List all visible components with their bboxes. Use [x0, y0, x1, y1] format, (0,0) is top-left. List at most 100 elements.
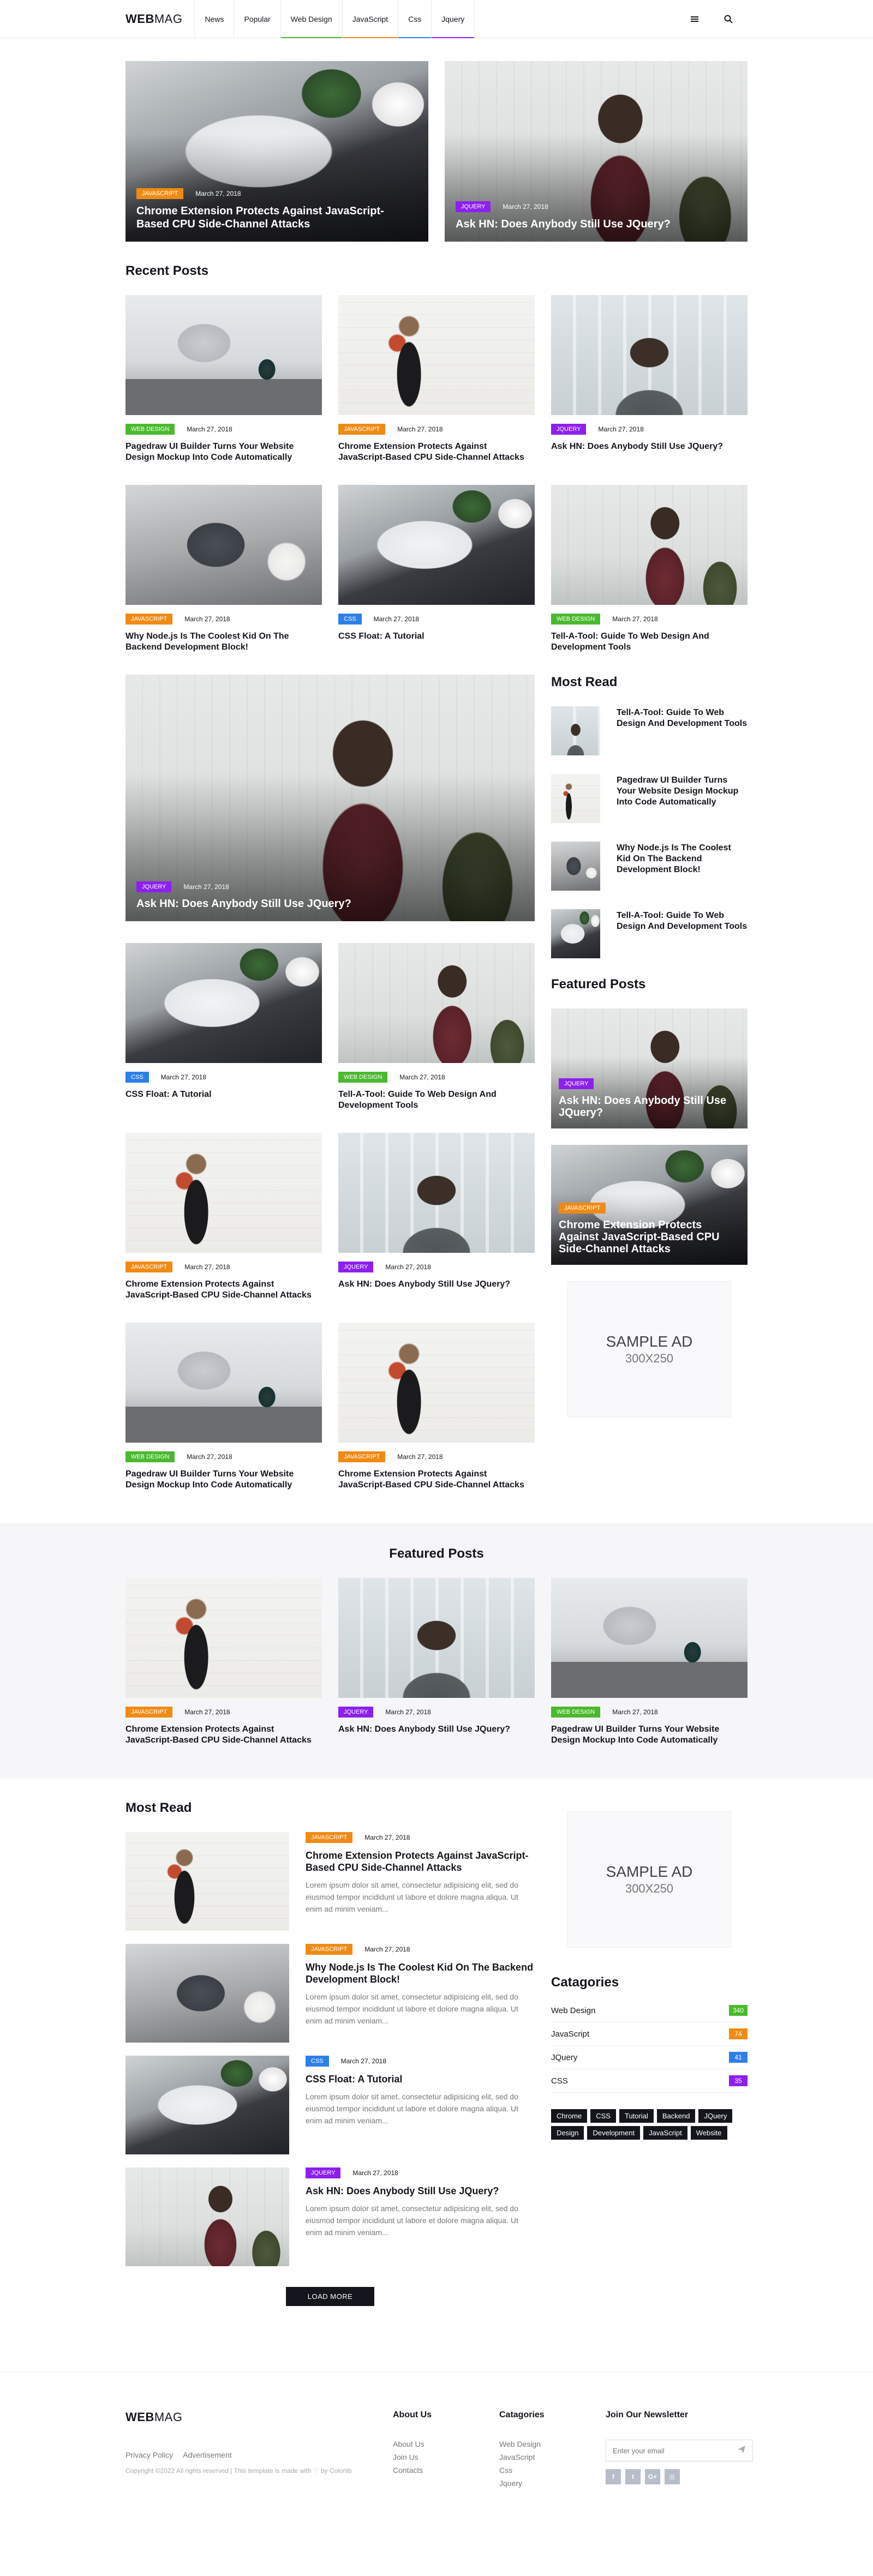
- menu-icon[interactable]: [690, 14, 699, 24]
- post-category-tag[interactable]: Css: [306, 2056, 329, 2067]
- category-item[interactable]: JQuery 41: [551, 2046, 748, 2069]
- send-icon[interactable]: [737, 2445, 746, 2457]
- featured-post-card[interactable]: Jquery Ask HN: Does Anybody Still Use JQu…: [551, 1008, 748, 1128]
- post-image[interactable]: [125, 943, 322, 1063]
- footer-link[interactable]: Contacts: [393, 2466, 499, 2475]
- post-category-tag[interactable]: Web Design: [338, 1072, 388, 1083]
- most-read-item[interactable]: Pagedraw UI Builder Turns Your Website D…: [551, 774, 748, 823]
- post-title[interactable]: Why Node.js Is The Coolest Kid On The Ba…: [306, 1961, 535, 1985]
- post-title[interactable]: Ask HN: Does Anybody Still Use JQuery?: [306, 2185, 535, 2197]
- post-category-tag[interactable]: JavaScript: [338, 1451, 386, 1462]
- post-image[interactable]: [551, 1578, 748, 1698]
- footer-link[interactable]: JavaScript: [499, 2453, 606, 2461]
- hero-post-card[interactable]: JavaScript March 27, 2018 Chrome Extension…: [125, 61, 428, 242]
- post-image[interactable]: [338, 295, 535, 415]
- footer-logo[interactable]: WEBMAG: [125, 2410, 182, 2424]
- thumb-image[interactable]: [551, 706, 600, 755]
- post-image[interactable]: [551, 485, 748, 605]
- category-item[interactable]: CSS 35: [551, 2069, 748, 2093]
- post-category-tag[interactable]: Web Design: [551, 614, 601, 625]
- post-title[interactable]: CSS Float: A Tutorial: [125, 1089, 322, 1100]
- post-category-tag[interactable]: JavaScript: [125, 1262, 173, 1272]
- post-category-tag[interactable]: Css: [125, 1072, 149, 1083]
- tag-chip[interactable]: Chrome: [551, 2109, 588, 2123]
- post-image[interactable]: [551, 295, 748, 415]
- tag-chip[interactable]: JavaScript: [643, 2126, 687, 2140]
- post-title[interactable]: CSS Float: A Tutorial: [338, 631, 535, 642]
- hero-post-card[interactable]: Jquery March 27, 2018 Ask HN: Does Anybody…: [445, 61, 748, 242]
- post-image[interactable]: [338, 1323, 535, 1443]
- site-logo[interactable]: WEBMAG: [125, 12, 182, 26]
- post-image[interactable]: [125, 1944, 289, 2043]
- tag-chip[interactable]: Website: [690, 2126, 727, 2140]
- post-category-tag[interactable]: Jquery: [136, 881, 172, 892]
- post-title[interactable]: Ask HN: Does Anybody Still Use JQuery?: [456, 218, 726, 231]
- post-title[interactable]: Pagedraw UI Builder Turns Your Website D…: [125, 1469, 322, 1491]
- footer-link[interactable]: About Us: [393, 2440, 499, 2448]
- post-image[interactable]: [125, 1832, 289, 1931]
- post-title[interactable]: Ask HN: Does Anybody Still Use JQuery?: [551, 441, 748, 452]
- post-image[interactable]: [125, 2056, 289, 2154]
- tag-chip[interactable]: Design: [551, 2126, 584, 2140]
- post-title[interactable]: Chrome Extension Protects Against JavaSc…: [306, 1850, 535, 1874]
- tag-chip[interactable]: JQuery: [698, 2109, 733, 2123]
- thumb-image[interactable]: [551, 842, 600, 891]
- post-image[interactable]: [338, 943, 535, 1063]
- footer-link[interactable]: Join Us: [393, 2453, 499, 2461]
- featured-post-card[interactable]: JavaScript Chrome Extension Protects Agai…: [551, 1145, 748, 1265]
- post-image[interactable]: [125, 1578, 322, 1698]
- post-title[interactable]: Ask HN: Does Anybody Still Use JQuery?: [338, 1724, 535, 1735]
- facebook-icon[interactable]: f: [606, 2469, 621, 2484]
- post-image[interactable]: [125, 1133, 322, 1253]
- post-title[interactable]: Tell-A-Tool: Guide To Web Design And Dev…: [338, 1089, 535, 1111]
- post-category-tag[interactable]: JavaScript: [125, 614, 173, 625]
- post-category-tag[interactable]: JavaScript: [559, 1203, 606, 1214]
- category-item[interactable]: JavaScript 74: [551, 2022, 748, 2046]
- post-title[interactable]: Tell-A-Tool: Guide To Web Design And Dev…: [617, 910, 748, 958]
- thumb-image[interactable]: [551, 909, 600, 958]
- nav-item-popular[interactable]: Popular: [234, 0, 281, 38]
- newsletter-email-input[interactable]: [613, 2446, 737, 2455]
- post-category-tag[interactable]: Jquery: [456, 201, 491, 212]
- post-title[interactable]: Tell-A-Tool: Guide To Web Design And Dev…: [617, 707, 748, 755]
- post-image[interactable]: [125, 1323, 322, 1443]
- big-post-card[interactable]: Jquery March 27, 2018 Ask HN: Does Anybod…: [125, 675, 535, 921]
- post-image[interactable]: [338, 485, 535, 605]
- most-read-item[interactable]: Why Node.js Is The Coolest Kid On The Ba…: [551, 842, 748, 891]
- post-title[interactable]: Ask HN: Does Anybody Still Use JQuery?: [338, 1279, 535, 1290]
- footer-link[interactable]: Web Design: [499, 2440, 606, 2448]
- post-category-tag[interactable]: Jquery: [551, 424, 587, 435]
- most-read-item[interactable]: Tell-A-Tool: Guide To Web Design And Dev…: [551, 909, 748, 958]
- post-category-tag[interactable]: Web Design: [125, 1451, 175, 1462]
- post-category-tag[interactable]: Web Design: [551, 1707, 601, 1718]
- post-category-tag[interactable]: JavaScript: [306, 1944, 353, 1955]
- post-title[interactable]: Ask HN: Does Anybody Still Use JQuery?: [559, 1095, 740, 1119]
- footer-link[interactable]: Jquery: [499, 2479, 606, 2488]
- sample-ad[interactable]: SAMPLE AD 300X250: [567, 1281, 731, 1418]
- post-title[interactable]: Why Node.js Is The Coolest Kid On The Ba…: [617, 843, 748, 891]
- nav-item-news[interactable]: News: [195, 0, 235, 38]
- post-title[interactable]: Pagedraw UI Builder Turns Your Website D…: [551, 1724, 748, 1746]
- twitter-icon[interactable]: t: [625, 2469, 641, 2484]
- nav-item-jquery[interactable]: Jquery: [432, 0, 475, 38]
- post-image[interactable]: [125, 485, 322, 605]
- post-category-tag[interactable]: JavaScript: [338, 424, 386, 435]
- post-title[interactable]: Chrome Extension Protects Against JavaSc…: [136, 205, 406, 231]
- post-image[interactable]: [125, 295, 322, 415]
- post-title[interactable]: Pagedraw UI Builder Turns Your Website D…: [125, 441, 322, 463]
- post-image[interactable]: [338, 1133, 535, 1253]
- tag-chip[interactable]: Tutorial: [619, 2109, 654, 2123]
- post-title[interactable]: Tell-A-Tool: Guide To Web Design And Dev…: [551, 631, 748, 653]
- tag-chip[interactable]: CSS: [590, 2109, 616, 2123]
- post-category-tag[interactable]: Css: [338, 614, 362, 625]
- post-title[interactable]: Chrome Extension Protects Against JavaSc…: [125, 1724, 322, 1746]
- advertisement-link[interactable]: Advertisement: [183, 2451, 231, 2459]
- most-read-item[interactable]: Tell-A-Tool: Guide To Web Design And Dev…: [551, 706, 748, 755]
- post-image[interactable]: [125, 2167, 289, 2266]
- post-title[interactable]: CSS Float: A Tutorial: [306, 2073, 535, 2085]
- post-title[interactable]: Chrome Extension Protects Against JavaSc…: [338, 441, 535, 463]
- sample-ad[interactable]: SAMPLE AD 300X250: [567, 1811, 731, 1948]
- post-title[interactable]: Ask HN: Does Anybody Still Use JQuery?: [136, 898, 513, 910]
- post-category-tag[interactable]: Jquery: [306, 2167, 341, 2178]
- search-icon[interactable]: [723, 14, 733, 24]
